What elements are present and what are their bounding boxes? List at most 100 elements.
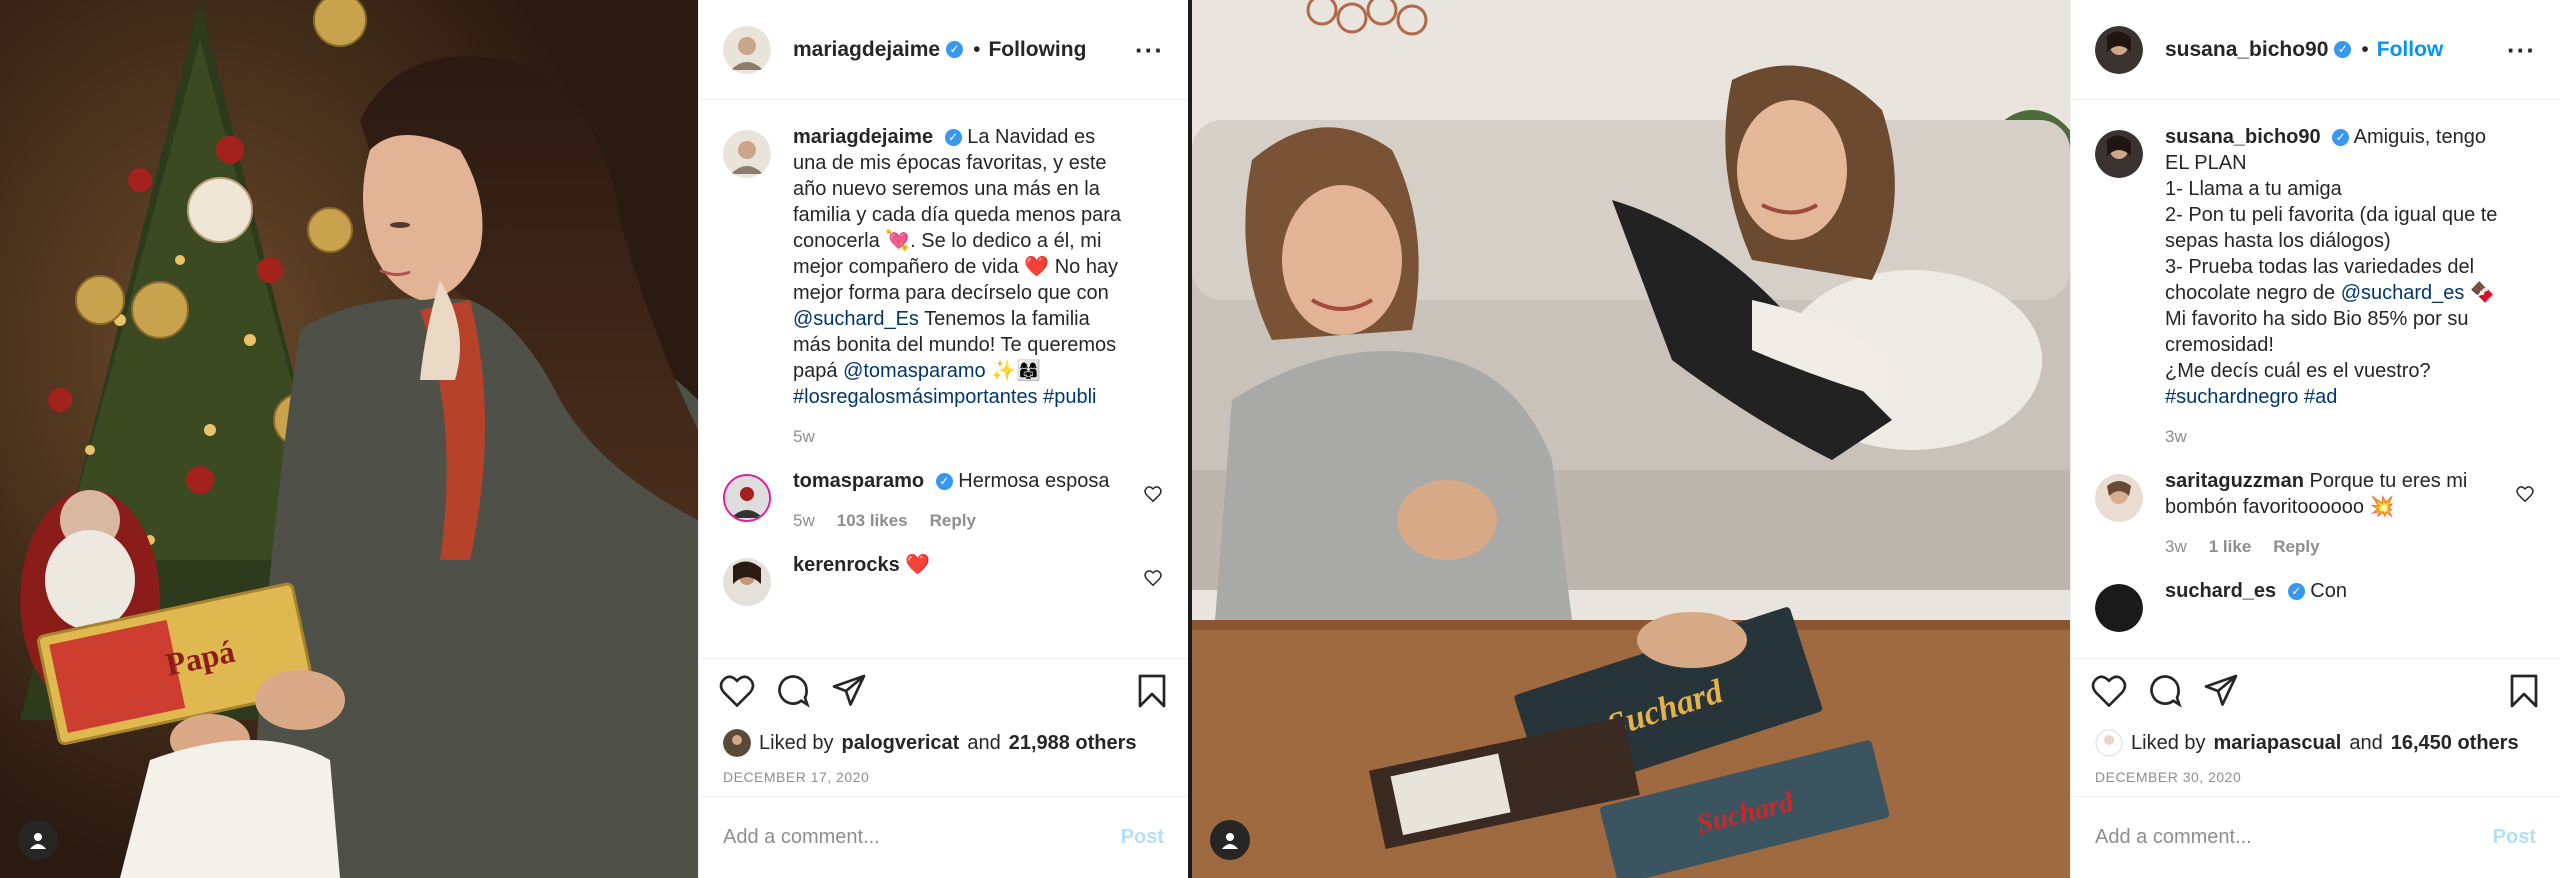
comment-body: kerenrocks ❤️ <box>793 552 1164 606</box>
bookmark-icon[interactable] <box>2508 673 2540 714</box>
separator-dot: • <box>973 37 981 61</box>
comments-list[interactable]: mariagdejaime ✓ La Navidad es una de mis… <box>699 100 1188 658</box>
comment-row: tomasparamo ✓ Hermosa esposa 5w 103 like… <box>723 468 1164 534</box>
verified-icon: ✓ <box>2287 583 2305 601</box>
add-comment-bar: Add a comment... Post <box>699 796 1188 878</box>
post-photo-left[interactable]: Papá <box>0 0 698 878</box>
user-tag-button[interactable] <box>1210 820 1250 860</box>
verified-icon: ✓ <box>944 129 962 147</box>
comment-time[interactable]: 5w <box>793 508 815 534</box>
add-comment-bar: Add a comment... Post <box>2071 796 2560 878</box>
caption-emoji: ✨👩‍👩‍👧 <box>985 360 1042 382</box>
caption-username[interactable]: mariagdejaime <box>793 126 933 148</box>
comment-text: ❤️ <box>905 554 931 576</box>
post-left: Papá mariagdejaime ✓ • Following ··· mar… <box>0 0 1188 878</box>
avatar[interactable] <box>723 558 771 606</box>
avatar[interactable] <box>723 474 771 522</box>
action-bar <box>2071 658 2560 728</box>
verified-icon: ✓ <box>2332 129 2350 147</box>
avatar[interactable] <box>723 25 771 74</box>
more-icon[interactable]: ··· <box>2507 37 2536 63</box>
liked-by-user[interactable]: palogvericat <box>842 732 960 755</box>
reply-button[interactable]: Reply <box>930 508 976 534</box>
caption-text: mariagdejaime ✓ La Navidad es una de mis… <box>793 124 1130 410</box>
comment-username[interactable]: tomasparamo <box>793 470 924 492</box>
avatar[interactable] <box>2095 474 2143 522</box>
avatar[interactable] <box>2095 729 2123 757</box>
comment-like-heart-icon[interactable] <box>2516 486 2534 507</box>
caption-row: mariagdejaime ✓ La Navidad es una de mis… <box>723 124 1164 450</box>
liked-by-and: and <box>967 731 1001 754</box>
comment-body: saritaguzzman Porque tu eres mi bombón f… <box>2165 468 2536 560</box>
post-photo-right[interactable]: Suchard Suchard <box>1192 0 2070 878</box>
comment-meta: 3w 1 like Reply <box>2165 534 2502 560</box>
share-icon[interactable] <box>2203 673 2239 714</box>
caption-username[interactable]: susana_bicho90 <box>2165 126 2321 148</box>
liked-by-prefix: Liked by <box>759 731 834 754</box>
comment-likes[interactable]: 1 like <box>2209 534 2252 560</box>
caption-time[interactable]: 5w <box>793 424 815 450</box>
caption-meta: 5w <box>793 424 1130 450</box>
comment-row: suchard_es ✓ Con <box>2095 578 2536 632</box>
comment-body: suchard_es ✓ Con <box>2165 578 2536 632</box>
comment-text: Con <box>2310 580 2347 602</box>
header-username[interactable]: mariagdejaime <box>793 38 940 62</box>
avatar[interactable] <box>2095 25 2143 74</box>
comment-like-heart-icon[interactable] <box>1144 486 1162 507</box>
user-tag-button[interactable] <box>18 820 58 860</box>
caption-row: susana_bicho90 ✓ Amiguis, tengo EL PLAN … <box>2095 124 2536 450</box>
caption-body: mariagdejaime ✓ La Navidad es una de mis… <box>793 124 1164 450</box>
comment-row: saritaguzzman Porque tu eres mi bombón f… <box>2095 468 2536 560</box>
post-header: susana_bicho90 ✓ • Follow ··· <box>2071 0 2560 100</box>
bookmark-icon[interactable] <box>1136 673 1168 714</box>
avatar[interactable] <box>2095 130 2143 178</box>
mention-link[interactable]: @suchard_Es <box>793 308 919 330</box>
comment-time[interactable]: 3w <box>2165 534 2187 560</box>
photo-two-women-chocolate: Suchard Suchard <box>1192 0 2070 878</box>
post-header: mariagdejaime ✓ • Following ··· <box>699 0 1188 100</box>
follow-button[interactable]: Follow <box>2377 38 2444 62</box>
reply-button[interactable]: Reply <box>2273 534 2319 560</box>
comment-meta: 5w 103 likes Reply <box>793 508 1130 534</box>
liked-by-and: and <box>2349 731 2383 754</box>
comments-list[interactable]: susana_bicho90 ✓ Amiguis, tengo EL PLAN … <box>2071 100 2560 658</box>
post-comment-button[interactable]: Post <box>1121 826 1164 849</box>
hashtag-links[interactable]: #losregalosmásimportantes #publi <box>793 386 1097 408</box>
post-date[interactable]: DECEMBER 30, 2020 <box>2071 758 2560 796</box>
comment-input[interactable]: Add a comment... <box>2095 826 2252 849</box>
post-panel-left: mariagdejaime ✓ • Following ··· mariagde… <box>698 0 1188 878</box>
liked-by-others[interactable]: 21,988 others <box>1009 732 1137 755</box>
heart-icon[interactable] <box>719 675 755 712</box>
comment-username[interactable]: kerenrocks <box>793 554 900 576</box>
liked-by-others[interactable]: 16,450 others <box>2391 732 2519 755</box>
likes-summary: Liked by mariapascual and 16,450 others <box>2071 728 2560 758</box>
comment-likes[interactable]: 103 likes <box>837 508 908 534</box>
avatar[interactable] <box>723 729 751 757</box>
verified-icon: ✓ <box>946 41 964 58</box>
mention-link[interactable]: @suchard_es <box>2341 282 2465 304</box>
hashtag-links[interactable]: #suchardnegro #ad <box>2165 386 2337 408</box>
comment-username[interactable]: saritaguzzman <box>2165 470 2304 492</box>
avatar[interactable] <box>723 130 771 178</box>
mention-link[interactable]: @tomasparamo <box>843 360 986 382</box>
share-icon[interactable] <box>831 673 867 714</box>
heart-icon[interactable] <box>2091 675 2127 712</box>
likes-summary: Liked by palogvericat and 21,988 others <box>699 728 1188 758</box>
comment-icon[interactable] <box>775 673 811 714</box>
header-username[interactable]: susana_bicho90 <box>2165 38 2328 62</box>
avatar[interactable] <box>2095 584 2143 632</box>
comment-username[interactable]: suchard_es <box>2165 580 2276 602</box>
liked-by-prefix: Liked by <box>2131 731 2206 754</box>
post-date[interactable]: DECEMBER 17, 2020 <box>699 758 1188 796</box>
liked-by-user[interactable]: mariapascual <box>2214 732 2342 755</box>
comment-like-heart-icon[interactable] <box>1144 570 1162 591</box>
more-icon[interactable]: ··· <box>1135 37 1164 63</box>
comment-row: kerenrocks ❤️ <box>723 552 1164 606</box>
comment-text: Hermosa esposa <box>958 470 1110 492</box>
photo-christmas-woman: Papá <box>0 0 698 878</box>
post-comment-button[interactable]: Post <box>2493 826 2536 849</box>
following-button[interactable]: Following <box>988 38 1086 62</box>
caption-time[interactable]: 3w <box>2165 424 2187 450</box>
comment-icon[interactable] <box>2147 673 2183 714</box>
comment-input[interactable]: Add a comment... <box>723 826 880 849</box>
